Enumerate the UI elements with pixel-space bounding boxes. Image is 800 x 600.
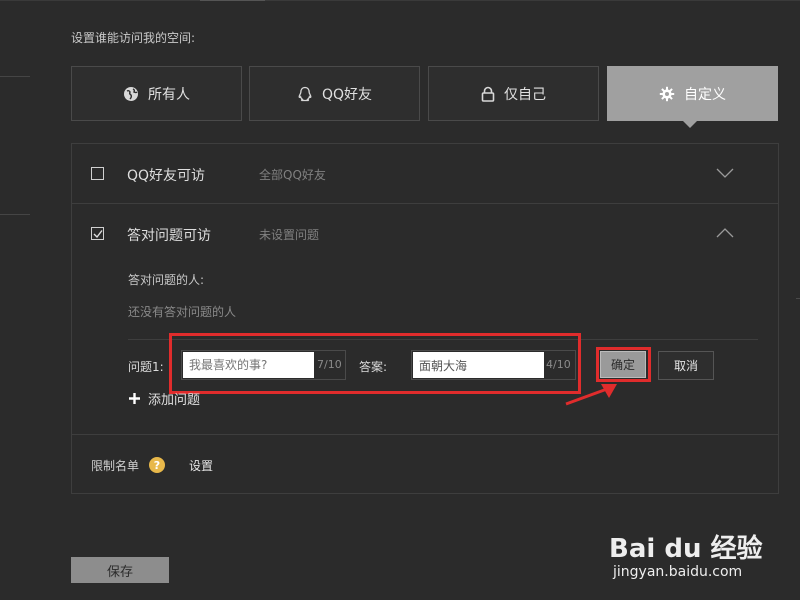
cancel-button[interactable]: 取消 [658, 351, 714, 380]
tab-label: QQ好友 [321, 86, 373, 103]
baidu-jingyan-watermark: Bai du 经验 [609, 534, 763, 564]
arrow-pointer-icon [565, 384, 617, 406]
friends-checkbox[interactable] [91, 167, 104, 180]
left-divider [0, 214, 30, 215]
tab-label: 自定义 [684, 86, 726, 103]
save-button[interactable]: 保存 [71, 557, 169, 583]
confirm-highlight-box [596, 347, 651, 382]
question-checkbox[interactable] [91, 227, 104, 240]
page-heading: 设置谁能访问我的空间: [71, 31, 196, 45]
plus-icon [129, 393, 140, 404]
answered-users-label: 答对问题的人: [128, 273, 205, 287]
restrict-settings-link[interactable]: 设置 [189, 457, 213, 474]
left-divider [0, 76, 30, 77]
qq-penguin-icon [297, 86, 313, 102]
add-question-link[interactable]: 添加问题 [128, 389, 200, 408]
row-divider [71, 203, 779, 204]
check-icon [93, 230, 103, 239]
chevron-down-icon[interactable] [716, 167, 734, 182]
tab-custom[interactable]: 自定义 [607, 66, 778, 121]
tab-qq-friends[interactable]: QQ好友 [249, 66, 420, 121]
question-row-label: 答对问题可访 [127, 228, 211, 244]
help-icon[interactable]: ? [149, 457, 165, 473]
tab-label: 所有人 [148, 86, 190, 103]
right-edge-mark [796, 298, 800, 299]
watermark-url: jingyan.baidu.com [613, 564, 743, 580]
tab-label: 仅自己 [504, 86, 546, 103]
globe-icon [123, 86, 139, 102]
question-label: 问题1: [128, 360, 164, 374]
lock-icon [481, 86, 495, 102]
add-question-label: 添加问题 [148, 393, 201, 408]
friends-row-label: QQ好友可访 [127, 168, 206, 184]
restrict-list-label: 限制名单 [91, 459, 140, 473]
row-divider [71, 434, 779, 435]
chevron-up-icon[interactable] [716, 227, 734, 242]
top-divider [0, 0, 800, 1]
tab-everyone[interactable]: 所有人 [71, 66, 242, 121]
active-tab-pointer [683, 121, 697, 128]
gear-icon [659, 86, 675, 102]
question-highlight-box [169, 333, 581, 394]
friends-row-hint: 全部QQ好友 [259, 168, 326, 182]
tab-only-me[interactable]: 仅自己 [428, 66, 599, 121]
answered-users-empty: 还没有答对问题的人 [128, 305, 237, 319]
question-row-hint: 未设置问题 [259, 228, 320, 242]
